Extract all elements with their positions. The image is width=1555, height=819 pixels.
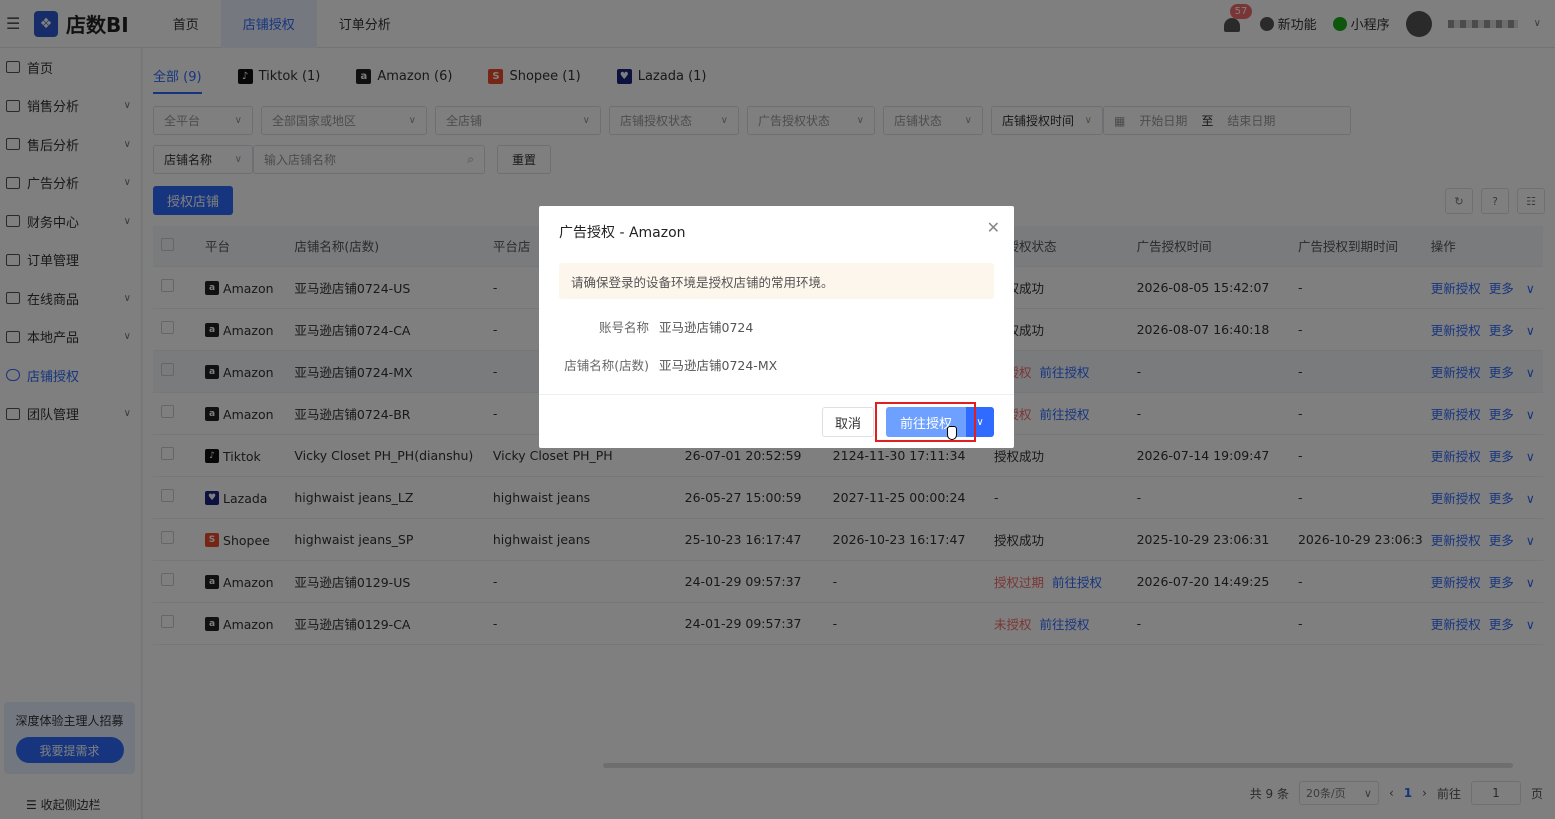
hand-cursor-icon — [947, 426, 957, 440]
account-row: 账号名称 亚马逊店铺0724 — [559, 317, 753, 336]
dialog-title: 广告授权 - Amazon — [559, 225, 686, 241]
close-icon[interactable]: ✕ — [987, 218, 1000, 237]
chevron-down-icon: ∨ — [976, 416, 984, 428]
dialog-notice-text: 请确保登录的设备环境是授权店铺的常用环境。 — [571, 274, 834, 290]
dialog-divider — [539, 394, 1014, 395]
cancel-button[interactable]: 取消 — [822, 407, 874, 437]
cancel-label: 取消 — [834, 416, 861, 432]
store-row: 店铺名称(店数) 亚马逊店铺0724-MX — [539, 355, 777, 374]
store-value: 亚马逊店铺0724-MX — [659, 358, 778, 373]
dialog-notice: 请确保登录的设备环境是授权店铺的常用环境。 — [559, 263, 994, 299]
highlight-box — [875, 402, 976, 442]
store-label: 店铺名称(店数) — [564, 358, 649, 373]
account-value: 亚马逊店铺0724 — [659, 320, 754, 335]
account-label: 账号名称 — [598, 320, 649, 335]
